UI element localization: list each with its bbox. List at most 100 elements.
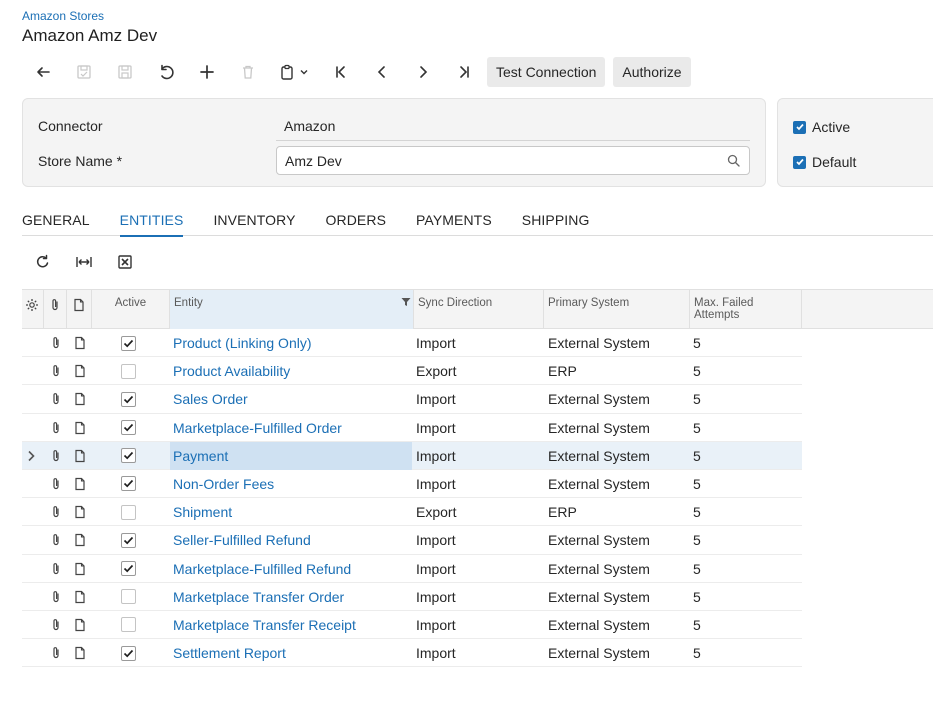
test-connection-button[interactable]: Test Connection — [487, 57, 606, 87]
row-note-button[interactable] — [74, 611, 88, 639]
row-selector[interactable] — [26, 470, 42, 498]
row-max-failed-attempts[interactable]: 5 — [693, 639, 793, 667]
row-selector[interactable] — [26, 442, 42, 470]
row-primary-system[interactable]: External System — [548, 385, 688, 413]
row-attachment-button[interactable] — [50, 357, 64, 385]
row-sync-direction[interactable]: Import — [416, 611, 542, 639]
row-selector[interactable] — [26, 555, 42, 583]
row-active-checkbox[interactable] — [121, 639, 141, 667]
row-primary-system[interactable]: External System — [548, 329, 688, 357]
refresh-button[interactable] — [22, 249, 63, 275]
tab-inventory[interactable]: INVENTORY — [213, 205, 295, 236]
row-sync-direction[interactable]: Import — [416, 639, 542, 667]
last-record-button[interactable] — [443, 57, 484, 87]
row-max-failed-attempts[interactable]: 5 — [693, 583, 793, 611]
row-sync-direction[interactable]: Import — [416, 442, 542, 470]
row-note-button[interactable] — [74, 583, 88, 611]
row-primary-system[interactable]: External System — [548, 639, 688, 667]
row-primary-system[interactable]: External System — [548, 414, 688, 442]
breadcrumb[interactable]: Amazon Stores — [22, 9, 104, 23]
row-primary-system[interactable]: External System — [548, 555, 688, 583]
table-row[interactable]: Product (Linking Only) Import External Sys… — [22, 329, 802, 358]
table-row[interactable]: Marketplace-Fulfilled Refund Import Extern… — [22, 555, 802, 583]
row-entity-link[interactable]: Product Availability — [170, 357, 412, 385]
copy-paste-dropdown[interactable] — [268, 57, 320, 87]
row-active-checkbox[interactable] — [121, 583, 141, 611]
row-note-button[interactable] — [74, 442, 88, 470]
row-entity-link[interactable]: Payment — [170, 441, 412, 470]
tab-orders[interactable]: ORDERS — [326, 205, 387, 236]
row-sync-direction[interactable]: Import — [416, 555, 542, 583]
column-settings-header[interactable] — [22, 290, 44, 329]
row-primary-system[interactable]: External System — [548, 583, 688, 611]
primary-system-column-header[interactable]: Primary System — [544, 290, 690, 329]
entity-column-header[interactable]: Entity — [170, 290, 414, 329]
save-button[interactable] — [104, 57, 145, 87]
fit-columns-button[interactable] — [63, 249, 104, 275]
row-selector[interactable] — [26, 583, 42, 611]
row-active-checkbox[interactable] — [121, 555, 141, 583]
row-primary-system[interactable]: ERP — [548, 498, 688, 526]
filter-icon[interactable] — [401, 297, 411, 307]
row-primary-system[interactable]: ERP — [548, 357, 688, 385]
undo-button[interactable] — [145, 57, 186, 87]
row-primary-system[interactable]: External System — [548, 526, 688, 554]
row-active-checkbox[interactable] — [121, 329, 141, 357]
row-max-failed-attempts[interactable]: 5 — [693, 611, 793, 639]
row-note-button[interactable] — [74, 414, 88, 442]
sync-direction-column-header[interactable]: Sync Direction — [414, 290, 544, 329]
row-active-checkbox[interactable] — [121, 357, 141, 385]
add-button[interactable] — [186, 57, 227, 87]
row-active-checkbox[interactable] — [121, 385, 141, 413]
row-entity-link[interactable]: Sales Order — [170, 385, 412, 413]
row-note-button[interactable] — [74, 526, 88, 554]
row-max-failed-attempts[interactable]: 5 — [693, 357, 793, 385]
row-selector[interactable] — [26, 526, 42, 554]
active-column-header[interactable]: Active — [92, 290, 170, 329]
table-row[interactable]: Shipment Export ERP 5 — [22, 498, 802, 527]
table-row[interactable]: Marketplace-Fulfilled Order Import Externa… — [22, 414, 802, 442]
row-entity-link[interactable]: Shipment — [170, 498, 412, 526]
row-sync-direction[interactable]: Import — [416, 385, 542, 413]
row-note-button[interactable] — [74, 470, 88, 498]
row-note-button[interactable] — [74, 329, 88, 357]
row-max-failed-attempts[interactable]: 5 — [693, 555, 793, 583]
row-entity-link[interactable]: Marketplace-Fulfilled Order — [170, 414, 412, 442]
row-max-failed-attempts[interactable]: 5 — [693, 526, 793, 554]
table-row[interactable]: Non-Order Fees Import External System 5 — [22, 470, 802, 499]
row-sync-direction[interactable]: Import — [416, 526, 542, 554]
row-entity-link[interactable]: Marketplace Transfer Order — [170, 583, 412, 611]
row-entity-link[interactable]: Settlement Report — [170, 639, 412, 667]
row-primary-system[interactable]: External System — [548, 442, 688, 470]
row-max-failed-attempts[interactable]: 5 — [693, 414, 793, 442]
delete-button[interactable] — [227, 57, 268, 87]
row-entity-link[interactable]: Seller-Fulfilled Refund — [170, 526, 412, 554]
row-sync-direction[interactable]: Import — [416, 329, 542, 357]
row-active-checkbox[interactable] — [121, 414, 141, 442]
row-entity-link[interactable]: Marketplace-Fulfilled Refund — [170, 555, 412, 583]
back-button[interactable] — [22, 57, 63, 87]
row-attachment-button[interactable] — [50, 498, 64, 526]
row-attachment-button[interactable] — [50, 385, 64, 413]
row-sync-direction[interactable]: Import — [416, 583, 542, 611]
row-sync-direction[interactable]: Import — [416, 470, 542, 498]
row-attachment-button[interactable] — [50, 611, 64, 639]
row-note-button[interactable] — [74, 639, 88, 667]
previous-record-button[interactable] — [361, 57, 402, 87]
row-active-checkbox[interactable] — [121, 442, 141, 470]
row-note-button[interactable] — [74, 357, 88, 385]
row-selector[interactable] — [26, 498, 42, 526]
row-sync-direction[interactable]: Export — [416, 357, 542, 385]
row-selector[interactable] — [26, 329, 42, 357]
tab-shipping[interactable]: SHIPPING — [522, 205, 590, 236]
store-name-field[interactable]: Amz Dev — [276, 146, 750, 175]
row-primary-system[interactable]: External System — [548, 611, 688, 639]
export-excel-button[interactable] — [104, 249, 145, 275]
row-max-failed-attempts[interactable]: 5 — [693, 498, 793, 526]
row-attachment-button[interactable] — [50, 526, 64, 554]
row-entity-link[interactable]: Product (Linking Only) — [170, 329, 412, 357]
row-max-failed-attempts[interactable]: 5 — [693, 329, 793, 357]
row-entity-link[interactable]: Non-Order Fees — [170, 470, 412, 498]
table-row[interactable]: Product Availability Export ERP 5 — [22, 357, 802, 386]
table-row[interactable]: Settlement Report Import External System 5 — [22, 639, 802, 668]
